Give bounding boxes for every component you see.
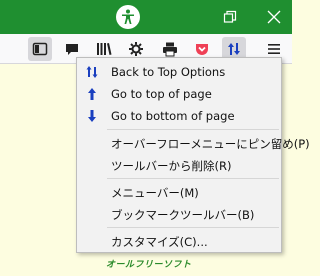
- back-to-top-options-icon: [85, 65, 99, 79]
- menu-item-label: Go to bottom of page: [111, 109, 235, 123]
- arrow-up-icon: [85, 87, 99, 101]
- sidebar-icon: [32, 42, 48, 56]
- menu-item-label: カスタマイズ(C)...: [111, 235, 208, 249]
- menu-item-bookmarks-toolbar[interactable]: ブックマークツールバー(B): [77, 203, 281, 225]
- pocket-icon: [196, 44, 208, 55]
- accessibility-icon[interactable]: [116, 5, 140, 29]
- close-window-button[interactable]: [256, 0, 292, 34]
- menu-item-label: オーバーフローメニューにピン留め(P): [111, 137, 310, 151]
- printer-icon: [163, 42, 177, 57]
- menu-item-remove-from-toolbar[interactable]: ツールバーから削除(R): [77, 154, 281, 176]
- watermark: オールフリーソフト: [106, 260, 192, 270]
- menu-separator: [107, 178, 279, 179]
- page-content: [0, 64, 76, 276]
- gear-icon: [129, 42, 143, 56]
- restore-icon: [223, 10, 237, 23]
- menu-separator: [107, 129, 279, 130]
- sidebar-button[interactable]: [28, 37, 52, 61]
- restore-button[interactable]: [212, 0, 248, 34]
- menu-item-menu-bar[interactable]: メニューバー(M): [77, 181, 281, 203]
- back-to-top-icon: [228, 43, 240, 55]
- menu-item-go-to-bottom[interactable]: Go to bottom of page: [77, 105, 281, 127]
- title-bar: [0, 0, 292, 34]
- chat-icon: [66, 44, 78, 55]
- hamburger-icon: [268, 44, 280, 54]
- arrow-down-icon: [85, 109, 99, 123]
- close-icon: [267, 10, 281, 24]
- menu-item-customize[interactable]: カスタマイズ(C)...: [77, 230, 281, 252]
- toolbar-context-menu: Back to Top Options Go to top of page Go…: [76, 57, 310, 253]
- library-icon: [97, 43, 112, 55]
- menu-item-label: ブックマークツールバー(B): [111, 208, 255, 222]
- menu-item-label: Go to top of page: [111, 87, 212, 101]
- page-content-right: [282, 64, 292, 276]
- menu-separator: [107, 227, 279, 228]
- menu-item-label: メニューバー(M): [111, 186, 199, 200]
- menu-item-pin-to-overflow[interactable]: オーバーフローメニューにピン留め(P): [77, 132, 310, 154]
- menu-item-label: Back to Top Options: [111, 65, 226, 79]
- menu-item-back-to-top-options[interactable]: Back to Top Options: [77, 61, 281, 83]
- menu-item-label: ツールバーから削除(R): [111, 159, 232, 173]
- menu-item-go-to-top[interactable]: Go to top of page: [77, 83, 281, 105]
